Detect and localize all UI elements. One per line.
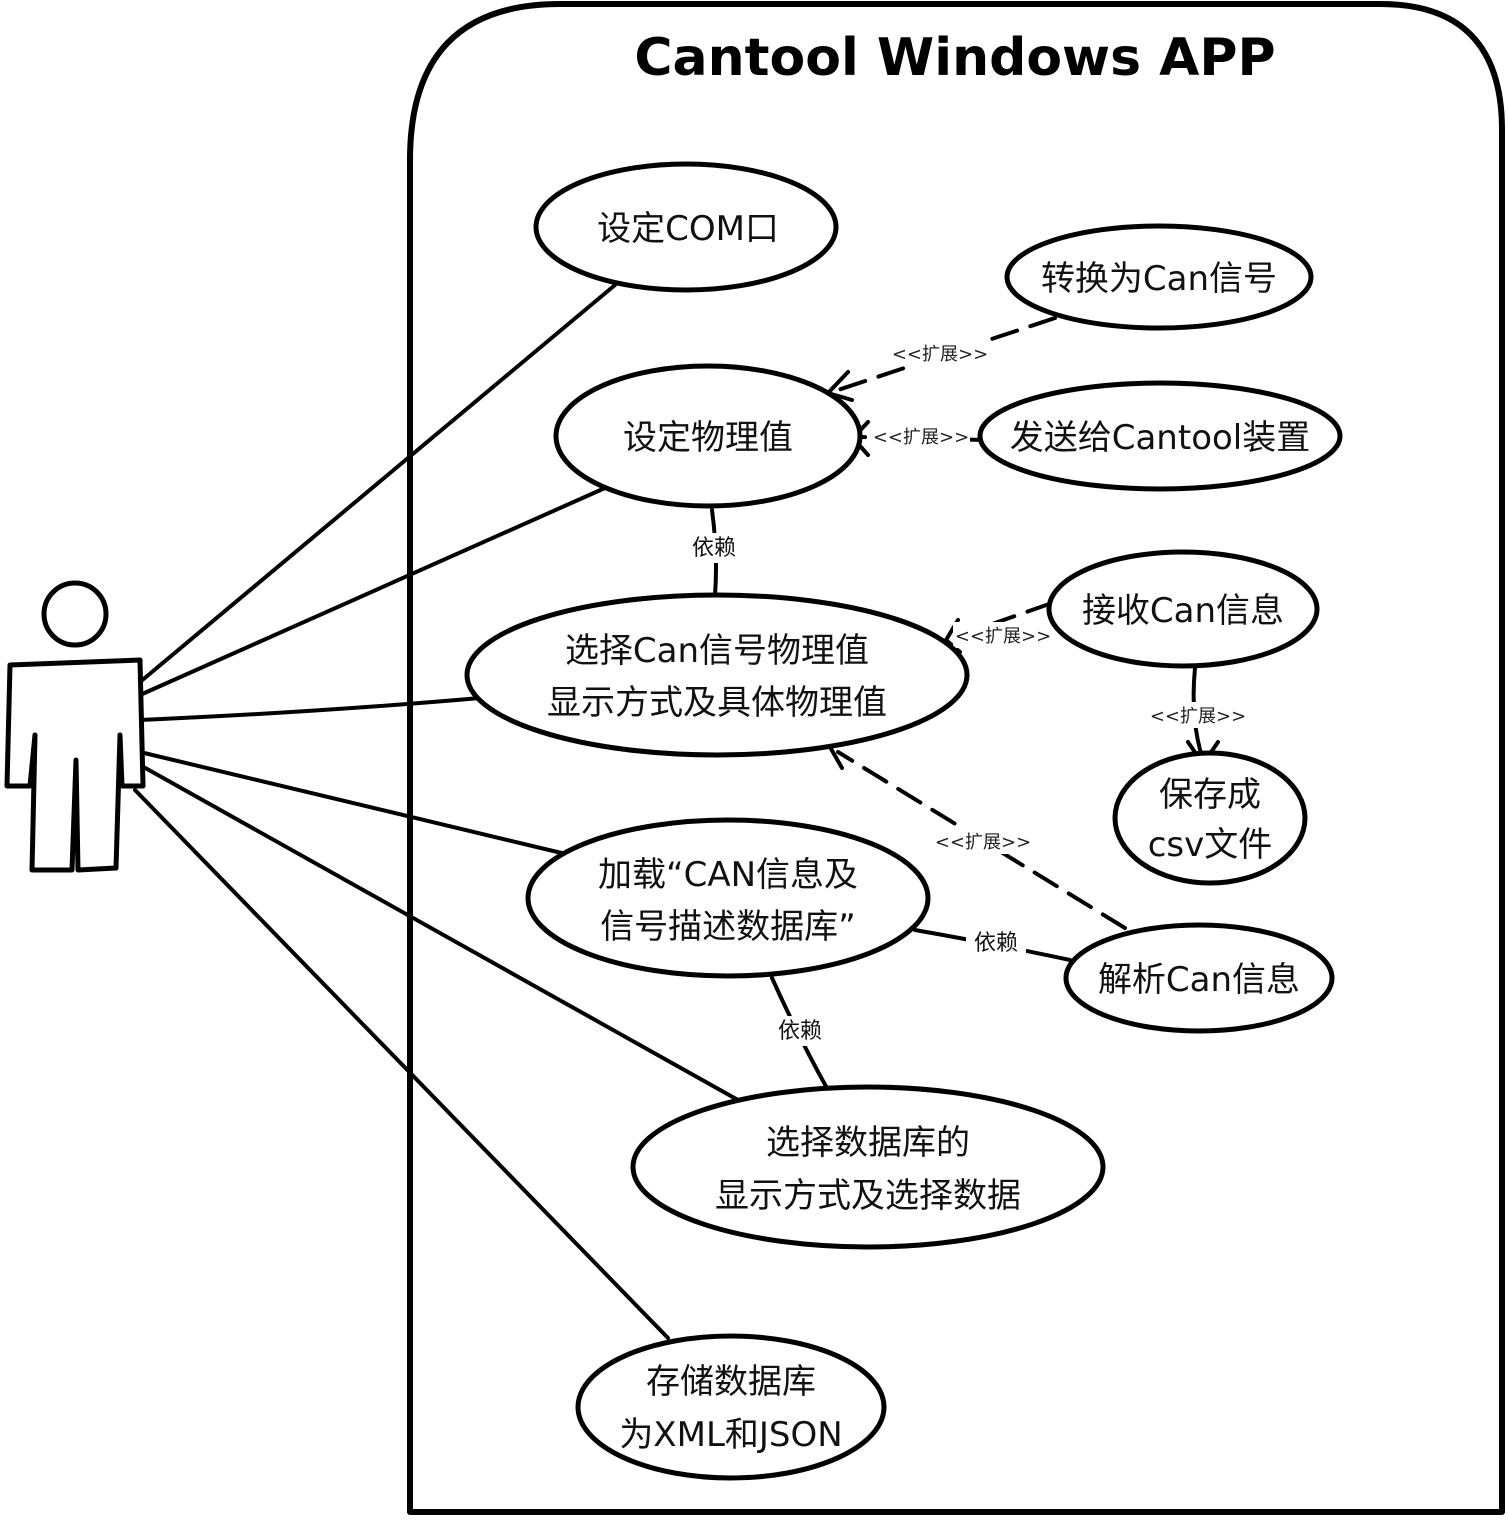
use-case-convert-to-can-signal[interactable]: 转换为Can信号 xyxy=(1004,223,1314,331)
svg-text:显示方式及具体物理值: 显示方式及具体物理值 xyxy=(547,683,887,723)
actor-body xyxy=(4,657,146,873)
svg-text:选择Can信号物理值: 选择Can信号物理值 xyxy=(565,631,869,671)
svg-text:为XML和JSON: 为XML和JSON xyxy=(619,1415,842,1455)
use-case-load-can-database[interactable]: 加载“CAN信息及 信号描述数据库” xyxy=(525,817,931,979)
use-case-save-as-csv[interactable]: 保存成 csv文件 xyxy=(1112,750,1308,886)
svg-text:存储数据库: 存储数据库 xyxy=(646,1362,816,1402)
label-extend-receive: <<扩展>> xyxy=(955,626,1051,647)
actor-user-icon xyxy=(4,580,146,873)
svg-text:发送给Cantool装置: 发送给Cantool装置 xyxy=(1010,418,1311,458)
svg-text:转换为Can信号: 转换为Can信号 xyxy=(1041,259,1277,299)
system-title: Cantool Windows APP xyxy=(634,28,1275,88)
use-case-parse-can-info[interactable]: 解析Can信息 xyxy=(1063,922,1335,1034)
use-case-diagram: Cantool Windows APP <<扩展>> <<扩展>> <<扩展>>… xyxy=(4,1,1505,1515)
svg-text:选择数据库的: 选择数据库的 xyxy=(766,1123,970,1163)
label-extend-convert: <<扩展>> xyxy=(892,344,988,365)
svg-text:设定COM口: 设定COM口 xyxy=(597,209,779,249)
label-depend-parse: 依赖 xyxy=(974,931,1018,956)
svg-text:解析Can信息: 解析Can信息 xyxy=(1098,960,1300,1000)
use-case-store-database-xml-json[interactable]: 存储数据库 为XML和JSON xyxy=(575,1333,887,1481)
svg-text:信号描述数据库”: 信号描述数据库” xyxy=(600,907,856,947)
use-case-select-database-display[interactable]: 选择数据库的 显示方式及选择数据 xyxy=(630,1084,1106,1250)
assoc-select-can-signal-display xyxy=(138,696,482,722)
svg-text:接收Can信息: 接收Can信息 xyxy=(1082,591,1284,631)
use-case-send-to-cantool-device[interactable]: 发送给Cantool装置 xyxy=(977,380,1343,492)
svg-text:加载“CAN信息及: 加载“CAN信息及 xyxy=(598,855,858,895)
label-depend-set-physical: 依赖 xyxy=(692,536,736,561)
use-case-set-physical-value[interactable]: 设定物理值 xyxy=(553,363,863,509)
assoc-load-can-database xyxy=(138,750,572,857)
svg-text:保存成: 保存成 xyxy=(1159,775,1261,815)
actor-head xyxy=(41,580,109,648)
svg-text:显示方式及选择数据: 显示方式及选择数据 xyxy=(715,1176,1021,1216)
svg-text:设定物理值: 设定物理值 xyxy=(623,418,793,458)
label-extend-save-csv: <<扩展>> xyxy=(1150,706,1246,727)
use-case-receive-can-info[interactable]: 接收Can信息 xyxy=(1046,549,1320,669)
label-depend-select-db: 依赖 xyxy=(778,1019,822,1044)
use-case-set-com-port[interactable]: 设定COM口 xyxy=(533,161,839,293)
svg-text:csv文件: csv文件 xyxy=(1148,825,1273,865)
use-case-select-can-signal-display[interactable]: 选择Can信号物理值 显示方式及具体物理值 xyxy=(464,592,970,758)
label-extend-parse: <<扩展>> xyxy=(935,832,1031,853)
label-extend-send: <<扩展>> xyxy=(873,427,969,448)
